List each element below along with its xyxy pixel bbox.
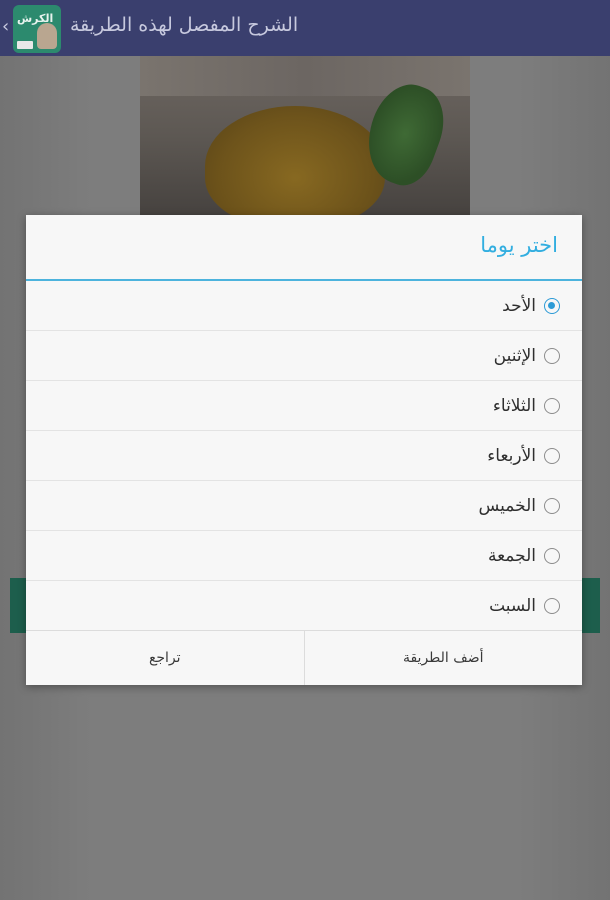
radio-unchecked-icon[interactable] xyxy=(544,547,560,564)
day-option-sunday[interactable]: الأحد xyxy=(26,281,582,331)
radio-unchecked-icon[interactable] xyxy=(544,397,560,414)
option-label: الإثنين xyxy=(493,345,536,366)
day-option-wednesday[interactable]: الأربعاء xyxy=(26,431,582,481)
dialog-actions: تراجع أضف الطريقة xyxy=(26,630,582,685)
option-label: الثلاثاء xyxy=(492,395,536,416)
option-label: الجمعة xyxy=(487,545,536,566)
app-bar: ‹ الكرش الشرح المفصل لهذه الطريقة xyxy=(0,0,610,56)
day-option-tuesday[interactable]: الثلاثاء xyxy=(26,381,582,431)
chevron-left-icon[interactable]: ‹ xyxy=(2,16,9,37)
avatar-shape xyxy=(37,23,57,49)
day-option-monday[interactable]: الإثنين xyxy=(26,331,582,381)
option-label: السبت xyxy=(489,595,536,616)
option-label: الأربعاء xyxy=(487,445,536,466)
option-label: الخميس xyxy=(478,495,536,516)
tea-cup-shape xyxy=(205,106,385,216)
day-option-friday[interactable]: الجمعة xyxy=(26,531,582,581)
page-title: الشرح المفصل لهذه الطريقة xyxy=(70,14,299,36)
add-method-button[interactable]: أضف الطريقة xyxy=(303,631,583,685)
day-option-thursday[interactable]: الخميس xyxy=(26,481,582,531)
recipe-image xyxy=(140,56,470,216)
day-picker-dialog: اختر يوما الأحد الإثنين الثلاثاء الأربعا… xyxy=(26,215,582,685)
option-label: الأحد xyxy=(502,295,536,316)
radio-unchecked-icon[interactable] xyxy=(544,347,560,364)
radio-unchecked-icon[interactable] xyxy=(544,447,560,464)
radio-unchecked-icon[interactable] xyxy=(544,497,560,514)
day-option-saturday[interactable]: السبت xyxy=(26,581,582,630)
dialog-title: اختر يوما xyxy=(480,233,558,257)
day-options-list: الأحد الإثنين الثلاثاء الأربعاء الخميس ا… xyxy=(26,281,582,630)
radio-checked-icon[interactable] xyxy=(544,297,560,314)
app-logo[interactable]: الكرش xyxy=(13,5,61,53)
radio-unchecked-icon[interactable] xyxy=(544,597,560,614)
logo-badge xyxy=(17,41,33,49)
cancel-button[interactable]: تراجع xyxy=(26,631,304,685)
